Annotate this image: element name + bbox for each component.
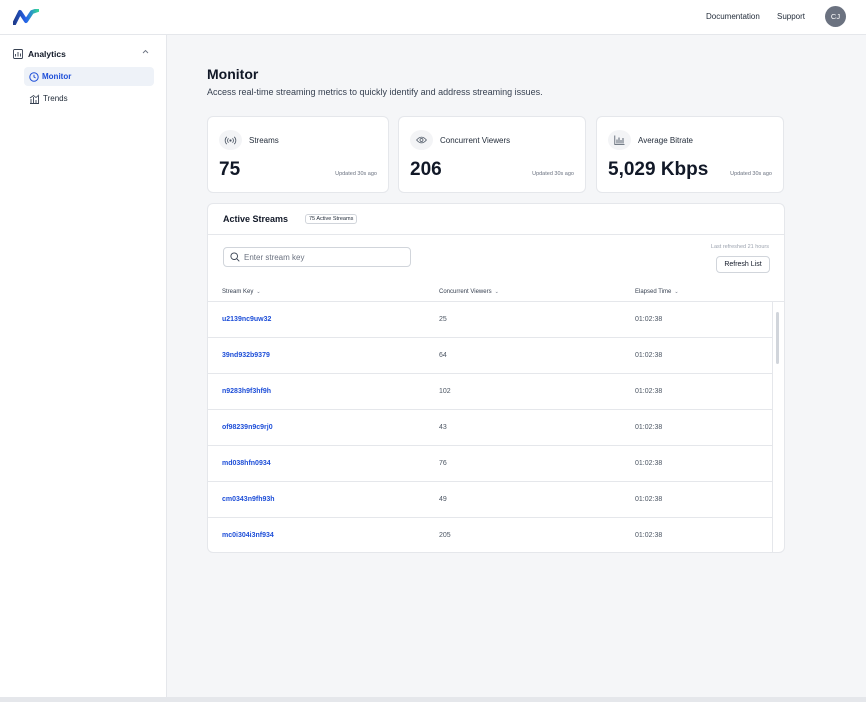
elapsed-time-cell: 01:02:38 xyxy=(635,388,663,395)
elapsed-time-cell: 01:02:38 xyxy=(635,532,663,539)
sidebar-item-trends[interactable]: Trends xyxy=(24,89,154,108)
chevron-down-icon: ⌄ xyxy=(494,289,499,295)
streams-table-body: u2139nc9uw32 25 01:02:38 39nd932b9379 64… xyxy=(208,302,772,552)
stat-card-average-bitrate: Average Bitrate 5,029 Kbps Updated 30s a… xyxy=(596,116,784,193)
elapsed-time-cell: 01:02:38 xyxy=(635,460,663,467)
search-icon xyxy=(230,252,240,262)
table-row: md038hfn0934 76 01:02:38 xyxy=(208,446,772,482)
eye-icon xyxy=(410,130,433,150)
stat-name: Streams xyxy=(249,136,279,145)
search-box[interactable] xyxy=(223,247,411,267)
stat-value: 206 xyxy=(410,159,442,180)
column-header-stream-key[interactable]: Stream Key ⌄ xyxy=(222,289,261,295)
viewers-cell: 25 xyxy=(439,316,447,323)
table-row: u2139nc9uw32 25 01:02:38 xyxy=(208,302,772,338)
stat-updated: Updated 30s ago xyxy=(532,171,574,177)
sidebar-item-label: Monitor xyxy=(42,72,72,81)
panel-title: Active Streams xyxy=(223,214,289,224)
stat-card-concurrent-viewers: Concurrent Viewers 206 Updated 30s ago xyxy=(398,116,586,193)
viewers-cell: 102 xyxy=(439,388,451,395)
bar-chart-icon xyxy=(608,130,631,150)
broadcast-icon xyxy=(219,130,242,150)
sidebar-item-label: Trends xyxy=(43,94,68,103)
stat-updated: Updated 30s ago xyxy=(730,171,772,177)
table-row: mc0i304i3nf934 205 01:02:38 xyxy=(208,518,772,552)
stream-key-link[interactable]: of98239n9c9rj0 xyxy=(222,424,273,431)
sidebar-group-label: Analytics xyxy=(28,49,66,59)
viewers-cell: 76 xyxy=(439,460,447,467)
trends-icon xyxy=(29,94,40,104)
column-header-concurrent-viewers[interactable]: Concurrent Viewers ⌄ xyxy=(439,289,499,295)
stream-key-link[interactable]: n9283h9f3hf9h xyxy=(222,388,271,395)
bottom-strip xyxy=(0,697,866,702)
sidebar-item-monitor[interactable]: Monitor xyxy=(24,67,154,86)
column-header-elapsed-time[interactable]: Elapsed Time ⌄ xyxy=(635,289,679,295)
search-input[interactable] xyxy=(244,252,404,262)
elapsed-time-cell: 01:02:38 xyxy=(635,496,663,503)
stat-updated: Updated 30s ago xyxy=(335,171,377,177)
analytics-icon xyxy=(13,49,23,59)
top-bar: Documentation Support CJ xyxy=(0,0,866,35)
clock-icon xyxy=(29,71,39,82)
stat-value: 5,029 Kbps xyxy=(608,159,709,180)
active-streams-panel: Active Streams 75 Active Streams Last re… xyxy=(207,203,785,553)
chevron-down-icon: ⌄ xyxy=(674,289,679,295)
stream-key-link[interactable]: cm0343n9fh93h xyxy=(222,496,275,503)
page-subtitle: Access real-time streaming metrics to qu… xyxy=(207,87,543,97)
last-refreshed-text: Last refreshed 21 hours xyxy=(710,244,769,250)
viewers-cell: 49 xyxy=(439,496,447,503)
table-row: of98239n9c9rj0 43 01:02:38 xyxy=(208,410,772,446)
divider xyxy=(208,234,784,235)
stat-name: Average Bitrate xyxy=(638,136,693,145)
documentation-link[interactable]: Documentation xyxy=(706,12,760,21)
stat-name: Concurrent Viewers xyxy=(440,136,511,145)
stream-key-link[interactable]: mc0i304i3nf934 xyxy=(222,532,274,539)
chevron-down-icon: ⌄ xyxy=(256,289,261,295)
elapsed-time-cell: 01:02:38 xyxy=(635,424,663,431)
stream-key-link[interactable]: md038hfn0934 xyxy=(222,460,271,467)
stat-card-streams: Streams 75 Updated 30s ago xyxy=(207,116,389,193)
elapsed-time-cell: 01:02:38 xyxy=(635,316,663,323)
viewers-cell: 205 xyxy=(439,532,451,539)
table-row: 39nd932b9379 64 01:02:38 xyxy=(208,338,772,374)
chevron-up-icon[interactable] xyxy=(142,49,149,54)
stream-key-link[interactable]: 39nd932b9379 xyxy=(222,352,270,359)
scrollbar-thumb[interactable] xyxy=(776,312,779,364)
brand-logo-icon[interactable] xyxy=(13,9,39,25)
viewers-cell: 64 xyxy=(439,352,447,359)
elapsed-time-cell: 01:02:38 xyxy=(635,352,663,359)
sidebar xyxy=(0,35,167,697)
table-row: cm0343n9fh93h 49 01:02:38 xyxy=(208,482,772,518)
table-row: n9283h9f3hf9h 102 01:02:38 xyxy=(208,374,772,410)
stat-value: 75 xyxy=(219,159,241,180)
stream-key-link[interactable]: u2139nc9uw32 xyxy=(222,316,271,323)
page-title: Monitor xyxy=(207,66,259,82)
refresh-list-button[interactable]: Refresh List xyxy=(716,256,770,273)
avatar[interactable]: CJ xyxy=(825,6,846,27)
sidebar-group-analytics[interactable]: Analytics xyxy=(13,48,155,60)
viewers-cell: 43 xyxy=(439,424,447,431)
active-streams-badge: 75 Active Streams xyxy=(305,214,358,224)
support-link[interactable]: Support xyxy=(777,12,805,21)
